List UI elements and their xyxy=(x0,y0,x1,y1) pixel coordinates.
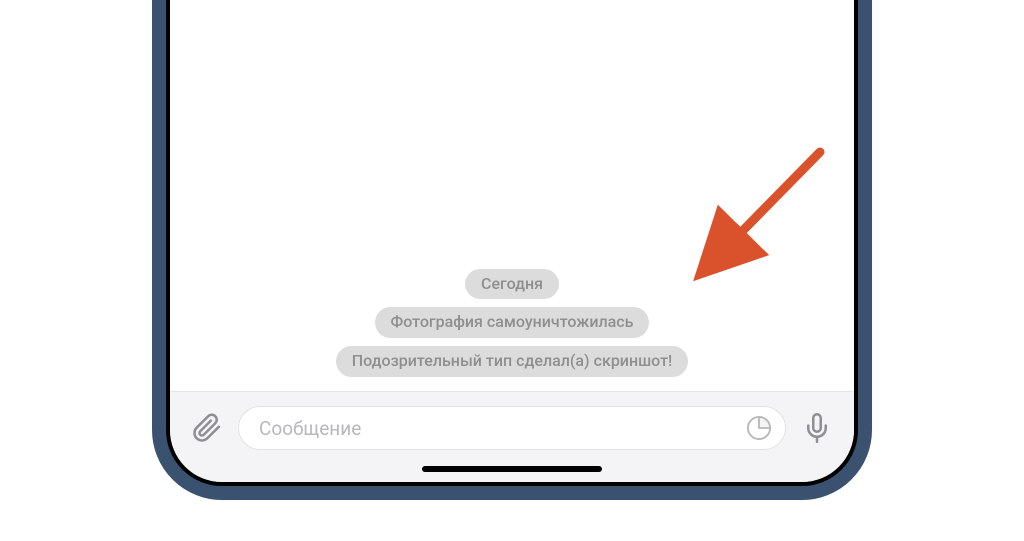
home-indicator xyxy=(422,466,602,472)
microphone-icon[interactable] xyxy=(800,411,834,445)
message-input-placeholder: Сообщение xyxy=(259,417,735,440)
sticker-icon[interactable] xyxy=(745,414,773,442)
service-message: Подозрительный тип сделал(а) скриншот! xyxy=(336,346,689,377)
attach-icon[interactable] xyxy=(190,411,224,445)
date-separator: Сегодня xyxy=(465,269,559,300)
phone-screen: Сегодня Фотография самоуничтожилась Подо… xyxy=(170,0,854,482)
service-message: Фотография самоуничтожилась xyxy=(375,307,650,338)
chat-message-area[interactable]: Сегодня Фотография самоуничтожилась Подо… xyxy=(170,0,854,391)
phone-frame: Сегодня Фотография самоуничтожилась Подо… xyxy=(152,0,872,500)
message-input-field[interactable]: Сообщение xyxy=(238,406,786,450)
